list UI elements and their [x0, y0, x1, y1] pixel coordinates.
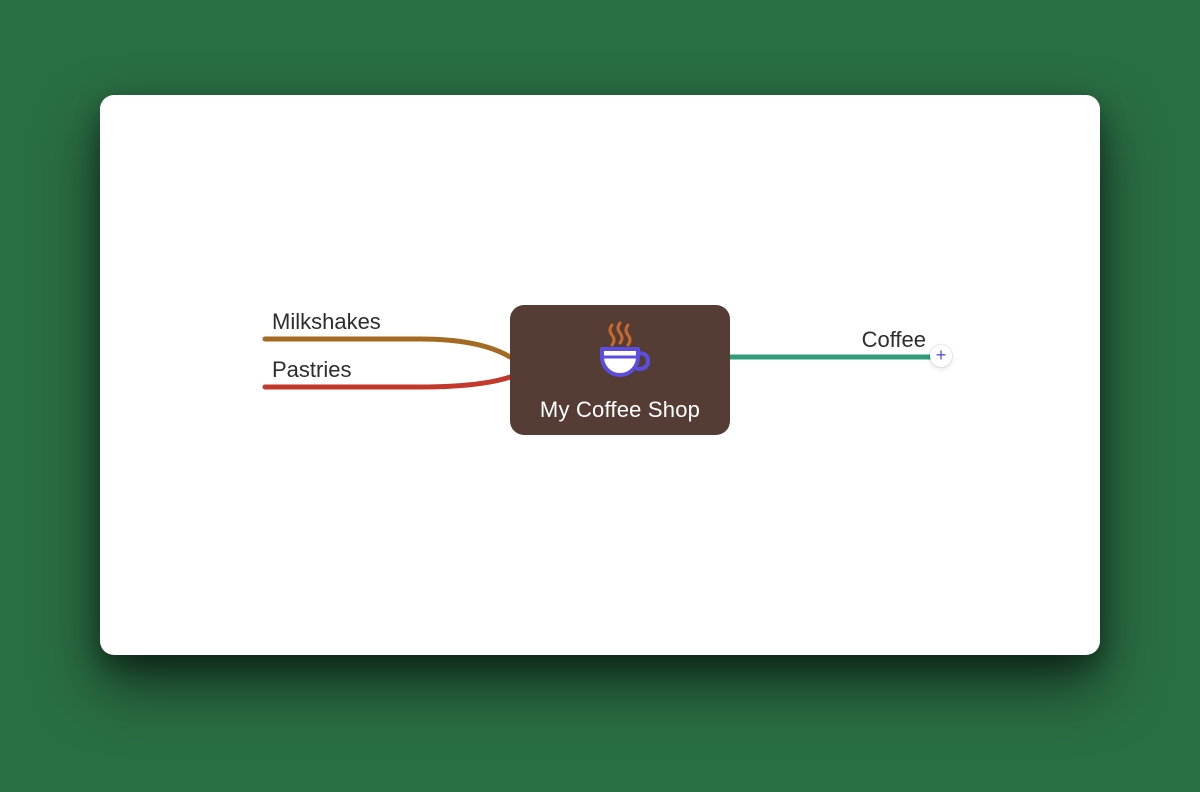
center-node-title: My Coffee Shop — [540, 397, 700, 423]
branch-milkshakes[interactable]: Milkshakes — [272, 309, 381, 335]
mindmap-canvas[interactable]: My Coffee Shop Milkshakes Pastries Coffe… — [100, 95, 1100, 655]
branch-pastries[interactable]: Pastries — [272, 357, 351, 383]
add-child-button[interactable]: + — [930, 345, 952, 367]
coffee-cup-icon — [510, 319, 730, 383]
plus-icon: + — [936, 346, 947, 364]
branch-coffee[interactable]: Coffee — [806, 327, 926, 353]
center-node[interactable]: My Coffee Shop — [510, 305, 730, 435]
